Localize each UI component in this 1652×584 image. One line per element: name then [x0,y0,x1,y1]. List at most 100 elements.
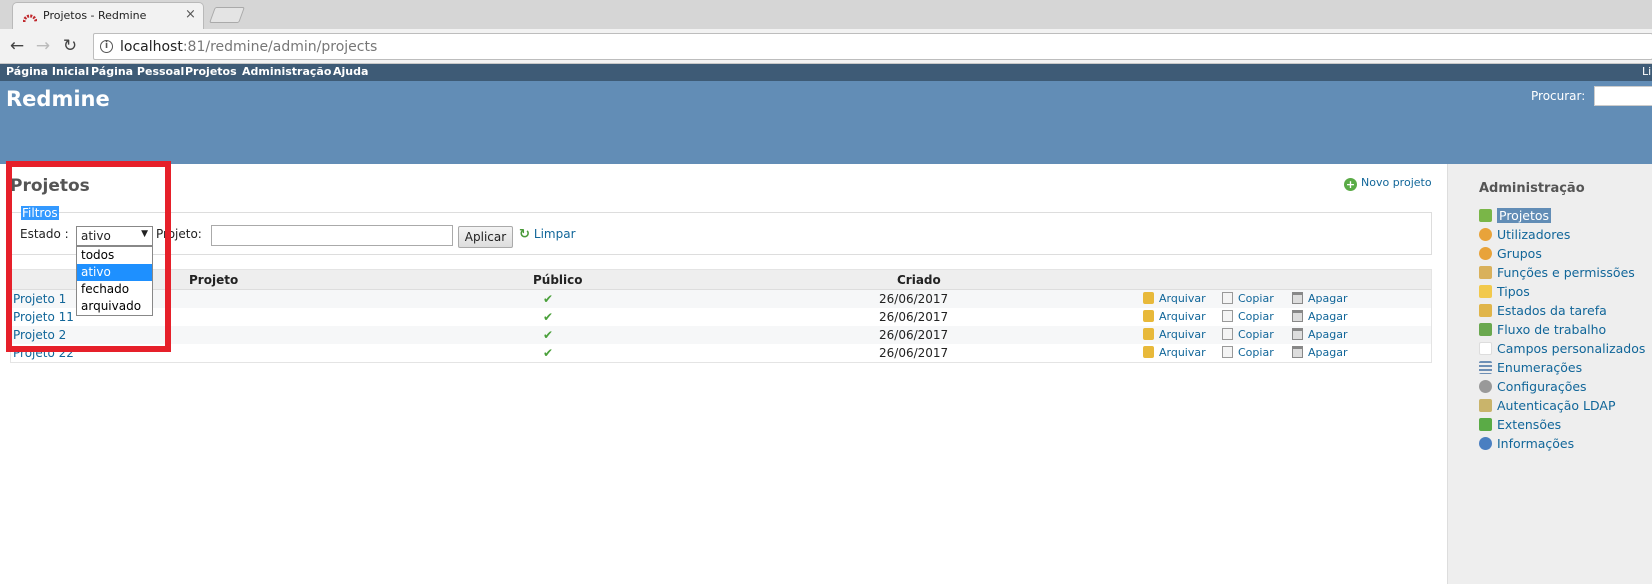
new-project-link[interactable]: + Novo projeto [1344,176,1432,191]
app-header: Redmine Procurar: [0,81,1652,164]
forward-arrow-icon[interactable]: → [31,35,55,57]
sidebar-item-workflow[interactable]: Fluxo de trabalho [1479,322,1606,337]
redmine-favicon-icon [23,14,37,23]
tab-close-icon[interactable]: × [185,7,196,22]
url-text: localhost:81/redmine/admin/projects [120,39,378,55]
sidebar-item-settings[interactable]: Configurações [1479,379,1587,394]
group-icon [1479,247,1492,260]
project-name-link[interactable]: Projeto 11 [13,310,74,324]
sidebar-item-issue-statuses[interactable]: Estados da tarefa [1479,303,1607,318]
admin-sidebar: Administração Projetos Utilizadores Grup… [1447,164,1652,584]
copy-link[interactable]: Copiar [1222,292,1274,305]
new-tab-button[interactable] [209,7,245,23]
projects-icon [1479,209,1492,222]
project-input[interactable] [211,225,453,246]
browser-tabstrip: Projetos - Redmine × [0,0,1652,29]
sidebar-item-groups[interactable]: Grupos [1479,246,1542,261]
created-date: 26/06/2017 [879,346,949,360]
clear-link[interactable]: ↻ Limpar [519,227,576,242]
search-label: Procurar: [1531,89,1586,103]
server-icon [1479,399,1492,412]
address-bar[interactable]: i localhost:81/redmine/admin/projects [93,33,1652,60]
tab-title: Projetos - Redmine [43,9,147,22]
plugin-icon [1479,418,1492,431]
sidebar-item-info[interactable]: Informações [1479,436,1574,451]
pencil-icon [1479,304,1492,317]
top-menu-administration[interactable]: Administração [242,65,331,78]
top-menu-home[interactable]: Página Inicial [6,65,89,78]
browser-tab[interactable]: Projetos - Redmine × [12,2,204,29]
copy-link[interactable]: Copiar [1222,346,1274,359]
sidebar-item-plugins[interactable]: Extensões [1479,417,1561,432]
table-row: Projeto 22 ✔ 26/06/2017 Arquivar Copiar … [11,344,1431,362]
workflow-icon [1479,323,1492,336]
lock-icon [1143,346,1154,358]
copy-icon [1222,328,1233,340]
fields-icon [1479,342,1492,355]
ticket-icon [1479,285,1492,298]
archive-link[interactable]: Arquivar [1143,292,1206,305]
project-name-link[interactable]: Projeto 1 [13,292,66,306]
top-menu-my-page[interactable]: Página Pessoal [91,65,184,78]
archive-link[interactable]: Arquivar [1143,328,1206,341]
created-date: 26/06/2017 [879,328,949,342]
list-icon [1479,361,1492,374]
archive-link[interactable]: Arquivar [1143,310,1206,323]
status-option-active[interactable]: ativo [77,264,152,281]
copy-link[interactable]: Copiar [1222,310,1274,323]
apply-button[interactable]: Aplicar [458,226,513,248]
created-date: 26/06/2017 [879,310,949,324]
top-menu-help[interactable]: Ajuda [333,65,368,78]
delete-link[interactable]: Apagar [1292,346,1348,359]
project-name-link[interactable]: Projeto 2 [13,328,66,342]
filter-legend[interactable]: Filtros [21,206,59,220]
sidebar-title: Administração [1479,181,1585,196]
column-header-project[interactable]: Projeto [189,273,238,287]
reload-icon: ↻ [519,227,530,242]
trash-icon [1292,310,1303,322]
status-dropdown-list: todos ativo fechado arquivado [76,246,153,316]
sidebar-item-custom-fields[interactable]: Campos personalizados [1479,341,1645,356]
top-menu: Página Inicial Página Pessoal Projetos A… [0,64,1652,81]
status-select[interactable]: ativo ▼ [76,226,153,246]
archive-link[interactable]: Arquivar [1143,346,1206,359]
info-icon[interactable]: i [100,40,113,53]
back-arrow-icon[interactable]: ← [5,35,29,57]
table-row: Projeto 11 ✔ 26/06/2017 Arquivar Copiar … [11,308,1431,326]
sidebar-item-ldap[interactable]: Autenticação LDAP [1479,398,1616,413]
key-icon [1479,266,1492,279]
dropdown-arrow-icon: ▼ [141,229,148,239]
sidebar-item-trackers[interactable]: Tipos [1479,284,1530,299]
public-check-icon: ✔ [543,292,554,306]
public-check-icon: ✔ [543,310,554,324]
projects-table: Projeto Público Criado Projeto 1 ✔ 26/06… [10,269,1432,363]
copy-icon [1222,310,1233,322]
copy-icon [1222,346,1233,358]
trash-icon [1292,346,1303,358]
status-option-closed[interactable]: fechado [77,281,152,298]
help-icon [1479,437,1492,450]
delete-link[interactable]: Apagar [1292,328,1348,341]
sidebar-item-users[interactable]: Utilizadores [1479,227,1570,242]
project-name-link[interactable]: Projeto 22 [13,346,74,360]
sidebar-item-projects[interactable]: Projetos [1479,208,1552,223]
created-date: 26/06/2017 [879,292,949,306]
project-label: Projeto: [156,227,202,241]
main-content: Projetos + Novo projeto Filtros Estado : … [0,164,1447,584]
status-option-all[interactable]: todos [77,247,152,264]
delete-link[interactable]: Apagar [1292,292,1348,305]
status-label: Estado : [20,227,69,241]
column-header-created[interactable]: Criado [897,273,941,287]
gear-icon [1479,380,1492,393]
copy-link[interactable]: Copiar [1222,328,1274,341]
search-input[interactable] [1594,86,1652,106]
reload-icon[interactable]: ↻ [58,35,82,57]
column-header-public[interactable]: Público [533,273,583,287]
delete-link[interactable]: Apagar [1292,310,1348,323]
public-check-icon: ✔ [543,328,554,342]
sidebar-item-enumerations[interactable]: Enumerações [1479,360,1582,375]
top-menu-login[interactable]: Li [1642,65,1651,78]
sidebar-item-roles[interactable]: Funções e permissões [1479,265,1635,280]
status-option-archived[interactable]: arquivado [77,298,152,315]
top-menu-projects[interactable]: Projetos [185,65,237,78]
